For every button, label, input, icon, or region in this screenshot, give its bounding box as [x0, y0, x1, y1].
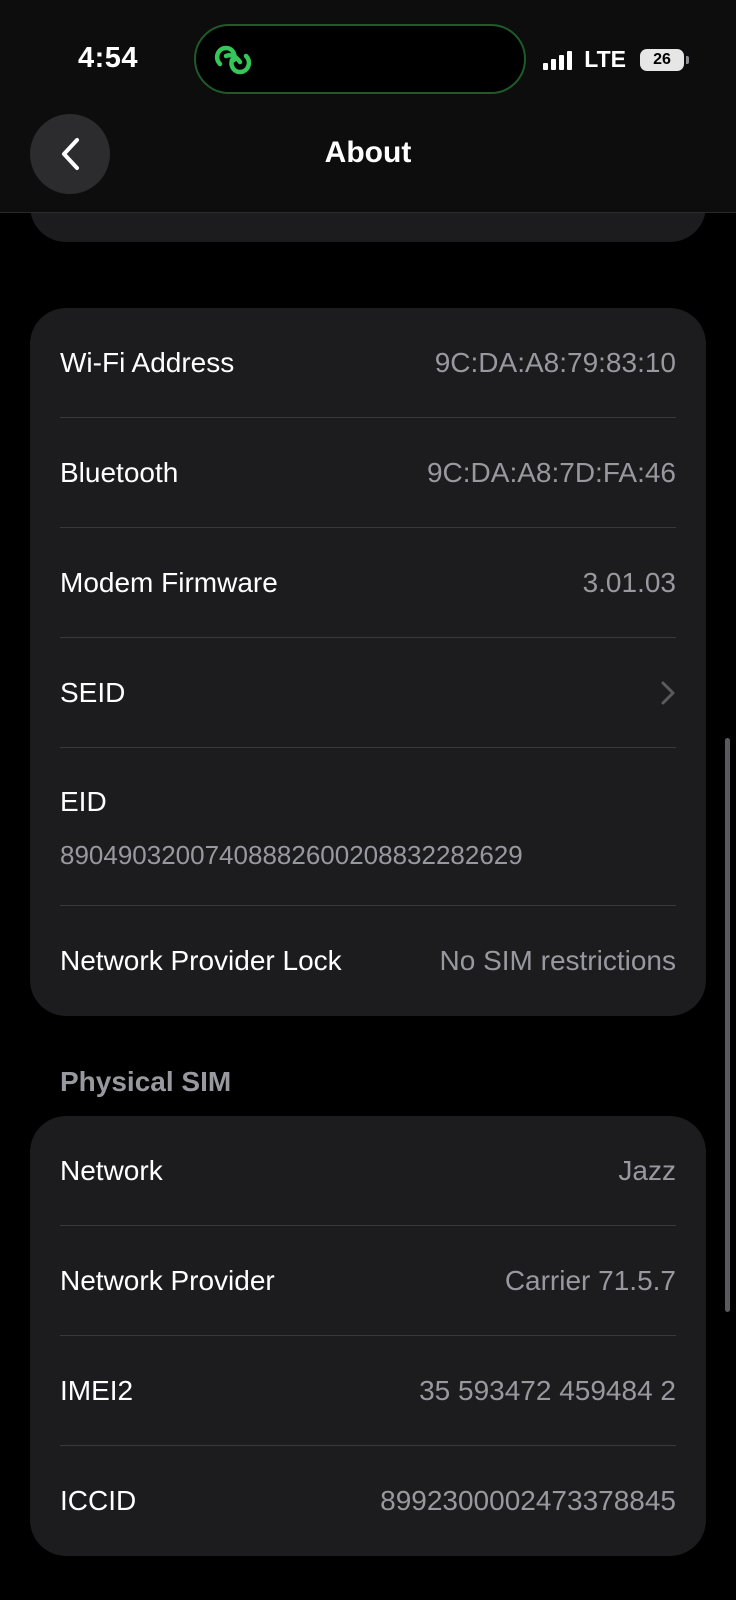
cellular-signal-icon [543, 50, 573, 70]
seid-row[interactable]: SEID [30, 638, 706, 748]
page-title: About [324, 136, 412, 169]
status-time: 4:54 [78, 42, 139, 74]
row-value: 35 593472 459484 2 [419, 1375, 676, 1406]
row-label: Network [60, 1155, 163, 1186]
scrollbar[interactable] [725, 738, 730, 1312]
row-value: Carrier 71.5.7 [504, 1265, 676, 1296]
row-label: Network Provider Lock [60, 945, 342, 976]
row-value: 8992300002473378845 [380, 1485, 676, 1516]
imei2-row[interactable]: IMEI2 35 593472 459484 2 [30, 1336, 706, 1446]
row-label: Network Provider [60, 1265, 275, 1296]
row-label: EID [60, 786, 107, 817]
battery-level: 26 [653, 50, 671, 68]
battery-icon: 26 [640, 48, 689, 71]
row-value: No SIM restrictions [439, 945, 677, 976]
network-provider-row[interactable]: Network Provider Carrier 71.5.7 [30, 1226, 706, 1336]
row-value: 9C:DA:A8:7D:FA:46 [426, 457, 676, 488]
row-value: 3.01.03 [582, 567, 676, 598]
iccid-row[interactable]: ICCID 8992300002473378845 [30, 1446, 706, 1556]
section-header: Physical SIM [60, 1066, 232, 1097]
row-label: ICCID [60, 1485, 137, 1516]
eid-row[interactable]: EID 89049032007408882600208832282629 [30, 748, 706, 906]
wifi-address-row[interactable]: Wi-Fi Address 9C:DA:A8:79:83:10 [30, 308, 706, 418]
row-value: 9C:DA:A8:79:83:10 [434, 347, 676, 378]
navigation-header: 4:54 LTE 26 About [0, 0, 736, 213]
row-label: SEID [60, 677, 126, 708]
status-indicators: LTE 26 [543, 46, 689, 73]
row-value: Jazz [618, 1155, 676, 1186]
modem-firmware-row[interactable]: Modem Firmware 3.01.03 [30, 528, 706, 638]
row-label: Modem Firmware [60, 567, 278, 598]
device-info-card: Wi-Fi Address 9C:DA:A8:79:83:10 Bluetoot… [30, 308, 706, 1016]
link-app-icon [214, 45, 252, 75]
dynamic-island[interactable] [194, 24, 526, 94]
network-provider-lock-row[interactable]: Network Provider Lock No SIM restriction… [30, 906, 706, 1016]
row-value: 89049032007408882600208832282629 [60, 840, 523, 870]
bluetooth-row[interactable]: Bluetooth 9C:DA:A8:7D:FA:46 [30, 418, 706, 528]
network-row[interactable]: Network Jazz [30, 1116, 706, 1226]
row-label: Wi-Fi Address [60, 347, 235, 378]
network-type: LTE [584, 46, 626, 72]
row-label: IMEI2 [60, 1375, 134, 1406]
row-label: Bluetooth [60, 457, 179, 488]
physical-sim-card: Network Jazz Network Provider Carrier 71… [30, 1116, 706, 1556]
chevron-right-icon [661, 681, 675, 705]
